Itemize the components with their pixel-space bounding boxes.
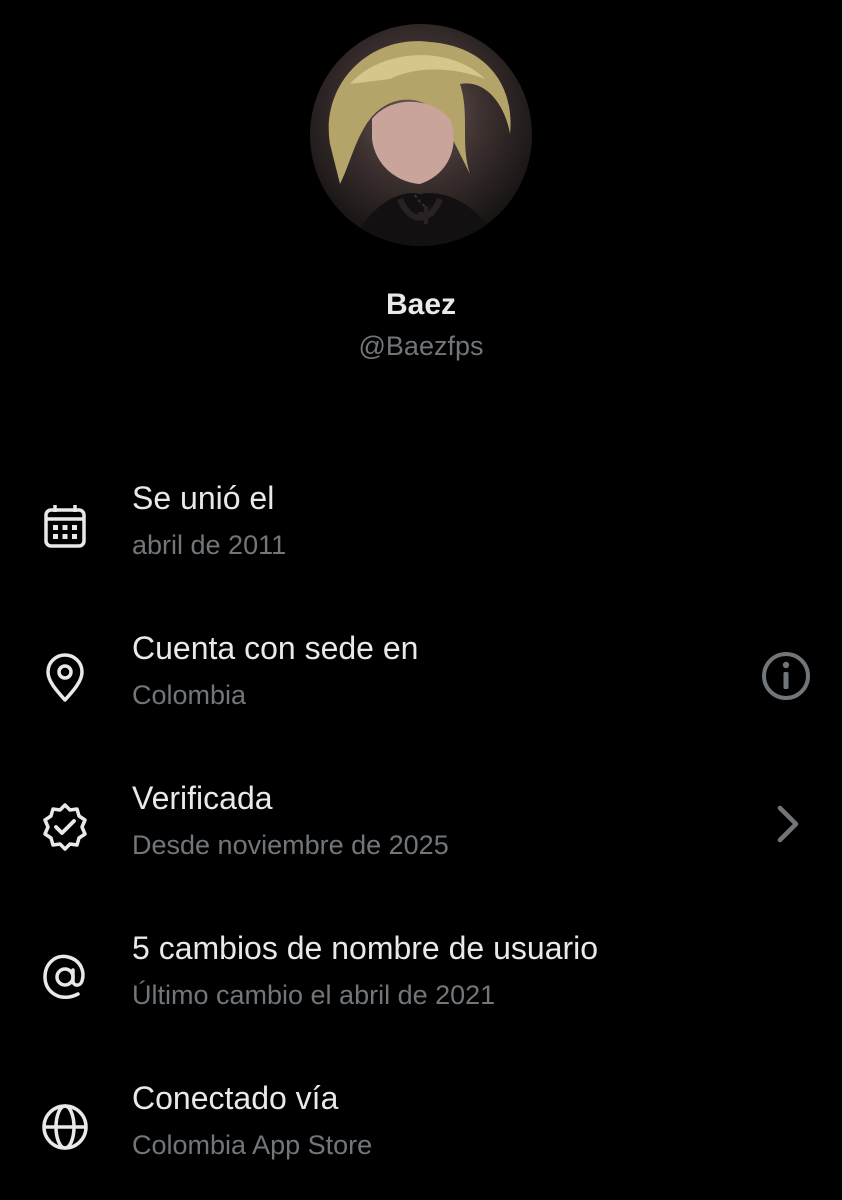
calendar-icon xyxy=(38,500,92,554)
profile-avatar[interactable] xyxy=(310,24,532,246)
detail-row-joined: Se unió el abril de 2011 xyxy=(0,480,842,590)
display-name: Baez xyxy=(385,288,457,321)
detail-row-verified[interactable]: Verificada Desde noviembre de 2025 xyxy=(0,780,842,890)
detail-row-connected-via: Conectado vía Colombia App Store xyxy=(0,1080,842,1190)
detail-title: Se unió el xyxy=(132,480,275,516)
detail-subtitle: Colombia xyxy=(132,680,247,710)
username-handle: @Baezfps xyxy=(358,331,484,361)
avatar-image xyxy=(328,41,511,246)
detail-subtitle: Colombia App Store xyxy=(132,1130,373,1160)
detail-row-location: Cuenta con sede en Colombia xyxy=(0,630,842,740)
location-pin-icon xyxy=(38,650,92,704)
at-sign-icon xyxy=(38,950,92,1004)
detail-subtitle: abril de 2011 xyxy=(132,530,287,560)
detail-row-username-changes: 5 cambios de nombre de usuario Último ca… xyxy=(0,930,842,1040)
detail-title: Cuenta con sede en xyxy=(132,630,419,666)
globe-icon xyxy=(38,1100,92,1154)
info-icon[interactable] xyxy=(758,648,814,704)
detail-subtitle: Último cambio el abril de 2021 xyxy=(132,980,496,1010)
detail-title: Verificada xyxy=(132,780,273,816)
verified-badge-icon xyxy=(38,800,92,854)
chevron-right-icon[interactable] xyxy=(770,802,810,852)
detail-title: Conectado vía xyxy=(132,1080,339,1116)
detail-subtitle: Desde noviembre de 2025 xyxy=(132,830,449,860)
detail-title: 5 cambios de nombre de usuario xyxy=(132,930,599,966)
